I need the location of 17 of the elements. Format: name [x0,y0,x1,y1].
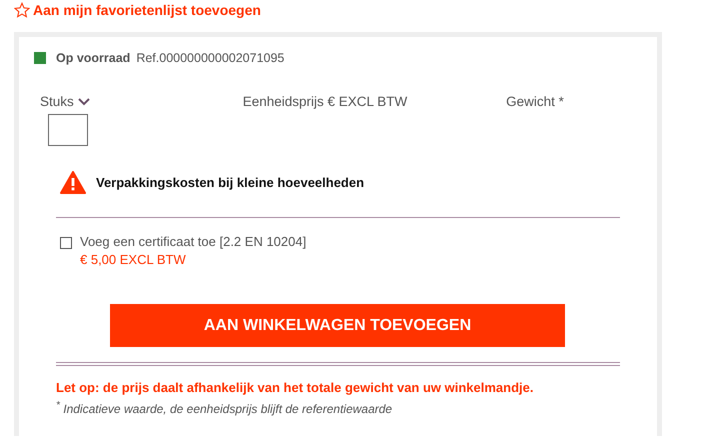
certificate-checkbox[interactable] [60,237,72,249]
column-heading: Gewicht * [506,94,564,109]
certificate-label: Voeg een certificaat toe [2.2 EN 10204] [80,234,306,249]
price-notice: Let op: de prijs daalt afhankelijk van het totale gewicht van uw winkelmandje. [56,380,534,395]
star-icon [14,2,30,18]
favorite-link[interactable]: Aan mijn favorietenlijst toevoegen [14,2,261,18]
warning-icon [60,171,86,194]
unit-dropdown[interactable]: Stuks [40,94,90,109]
certificate-price: € 5,00 EXCL BTW [80,252,187,267]
reference-number: Ref.000000000002071095 [136,51,284,65]
column-heading: Eenheidsprijs € EXCL BTW [242,94,408,109]
stock-status: Op voorraad [56,51,130,65]
warning-text: Verpakkingskosten bij kleine hoeveelheden [96,175,364,190]
footnote: $^{*}$ Indicatieve waarde, de eenheidsprijs blijft de referentiewaarde [56,400,394,416]
quantity-field[interactable] [48,114,88,146]
add-to-cart-button[interactable]: AAN WINKELWAGEN TOEVOEGEN [110,304,565,347]
chevron-icon [78,98,90,106]
